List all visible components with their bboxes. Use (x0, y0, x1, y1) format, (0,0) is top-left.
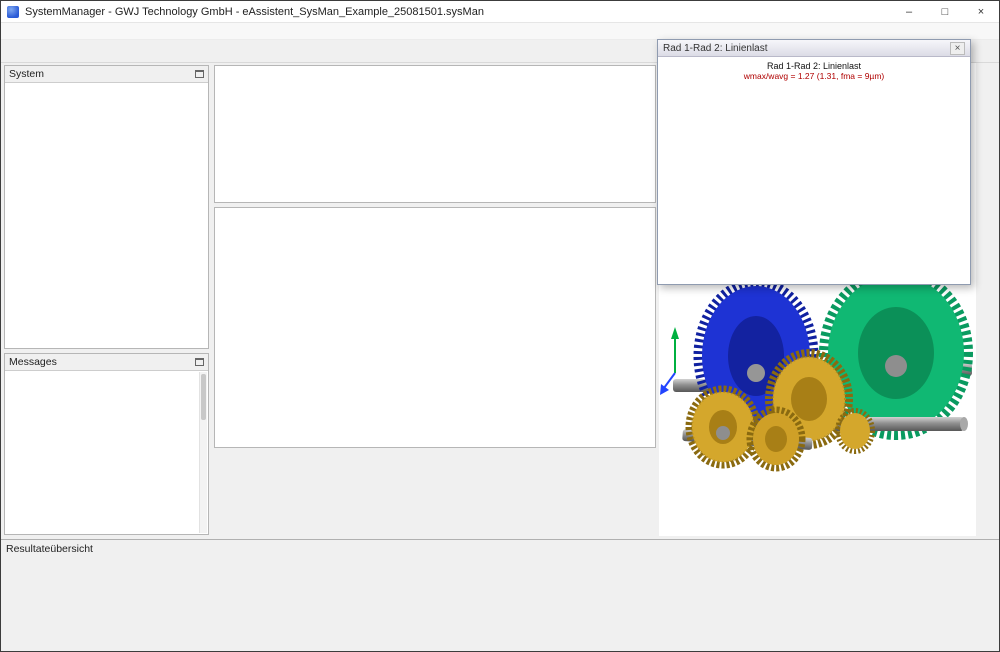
messages-scrollbar[interactable] (199, 372, 207, 533)
chart-window-titlebar[interactable]: Rad 1-Rad 2: Linienlast × (658, 40, 970, 57)
app-icon (7, 5, 19, 18)
maximize-button[interactable]: □ (927, 1, 963, 22)
results-overview-panel: Resultateübersicht (1, 539, 999, 651)
messages-panel: Messages (4, 353, 209, 535)
view-toolbar (974, 63, 998, 533)
chart-legend (950, 92, 956, 96)
chart-subtitle: wmax/wavg = 1.27 (1.31, fma = 9µm) (743, 71, 885, 81)
linienlast-chart-window[interactable]: Rad 1-Rad 2: Linienlast × Rad 1-Rad 2: L… (657, 39, 971, 285)
gold-pinion (835, 408, 875, 454)
window-controls: – □ × (891, 1, 999, 22)
system-panel-header: System (5, 66, 208, 83)
float-panel-icon[interactable] (195, 70, 204, 78)
close-button[interactable]: × (963, 1, 999, 22)
chart-window-title: Rad 1-Rad 2: Linienlast (663, 42, 768, 54)
system-panel-title: System (9, 68, 45, 80)
scrollbar-thumb[interactable] (201, 374, 206, 420)
close-icon[interactable]: × (950, 41, 965, 55)
system-tree (6, 84, 207, 347)
float-panel-icon[interactable] (195, 358, 204, 366)
menu-bar (1, 23, 999, 40)
app-window: SystemManager - GWJ Technology GmbH - eA… (0, 0, 1000, 652)
flank-modification-table (214, 207, 656, 448)
message-list (6, 372, 199, 533)
gear-overview-table (214, 65, 656, 203)
system-panel: System (4, 65, 209, 349)
gear-3d-scene (660, 281, 973, 472)
window-title: SystemManager - GWJ Technology GmbH - eA… (25, 5, 484, 18)
messages-panel-header: Messages (5, 354, 208, 371)
results-title: Resultateübersicht (6, 543, 93, 555)
chart-title: Rad 1-Rad 2: Linienlast (766, 61, 862, 71)
minimize-button[interactable]: – (891, 1, 927, 22)
messages-panel-title: Messages (9, 356, 57, 368)
gold-gear-front-large (685, 385, 761, 469)
title-bar: SystemManager - GWJ Technology GmbH - eA… (1, 1, 999, 23)
chart-area: Rad 1-Rad 2: Linienlast wmax/wavg = 1.27… (660, 58, 968, 282)
